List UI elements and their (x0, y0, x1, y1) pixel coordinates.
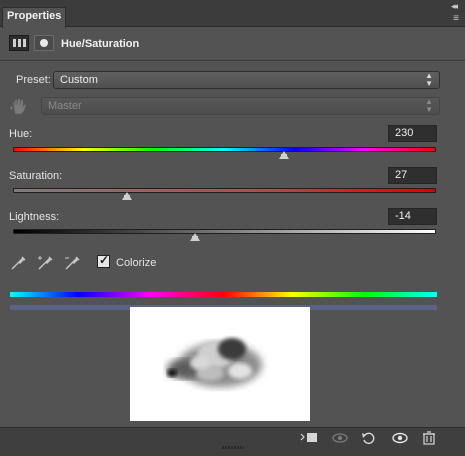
lightness-value-field[interactable]: -14 (388, 208, 437, 225)
layer-mask-icon[interactable] (34, 35, 54, 51)
updown-arrows-icon: ▲ ▼ (425, 97, 433, 114)
view-previous-state-icon[interactable] (330, 431, 352, 449)
colorize-checkbox[interactable] (97, 253, 110, 268)
hue-slider-thumb[interactable] (278, 151, 289, 159)
eyedropper-icon[interactable] (10, 255, 26, 271)
resize-grip[interactable] (222, 446, 244, 449)
lightness-label: Lightness: (9, 211, 60, 223)
toggle-visibility-icon[interactable] (389, 431, 411, 449)
adjustment-layer-icon[interactable] (9, 35, 29, 51)
channel-select: Master ▲ ▼ (41, 97, 440, 115)
image-preview (130, 307, 310, 421)
panel-title: Hue/Saturation (61, 38, 140, 50)
channel-select-value: Master (48, 100, 82, 112)
lightness-slider-track[interactable] (13, 229, 436, 234)
colorize-label: Colorize (116, 257, 157, 269)
tab-properties-label: Properties (7, 10, 62, 22)
saturation-slider-thumb[interactable] (122, 192, 133, 200)
input-color-spectrum-bar (10, 292, 437, 297)
eyedropper-minus-icon[interactable] (64, 255, 80, 271)
hue-slider-track[interactable] (13, 147, 436, 152)
saturation-value-field[interactable]: 27 (388, 167, 437, 184)
saturation-slider-track[interactable] (13, 188, 436, 193)
collapse-panel-icon[interactable]: ◂◂ (451, 1, 458, 12)
preset-label: Preset: (16, 74, 51, 86)
delete-trash-icon[interactable] (418, 431, 440, 449)
updown-arrows-icon: ▲ ▼ (425, 71, 433, 88)
panel-tab-bar (0, 0, 465, 27)
preset-select[interactable]: Custom ▲ ▼ (53, 71, 440, 89)
divider (0, 60, 465, 61)
targeted-adjustment-hand-icon[interactable] (9, 96, 29, 116)
lightness-slider-thumb[interactable] (189, 233, 200, 241)
reset-adjustment-icon[interactable] (358, 431, 380, 449)
hue-label: Hue: (9, 128, 33, 140)
panel-menu-icon[interactable]: ≡ (453, 13, 459, 24)
saturation-label: Saturation: (9, 170, 63, 182)
eyedropper-plus-icon[interactable] (37, 255, 53, 271)
smoke-cloud-image (167, 338, 262, 387)
preset-select-value: Custom (60, 74, 98, 86)
clip-to-layer-icon[interactable] (298, 431, 320, 449)
hue-value-field[interactable]: 230 (388, 125, 437, 142)
